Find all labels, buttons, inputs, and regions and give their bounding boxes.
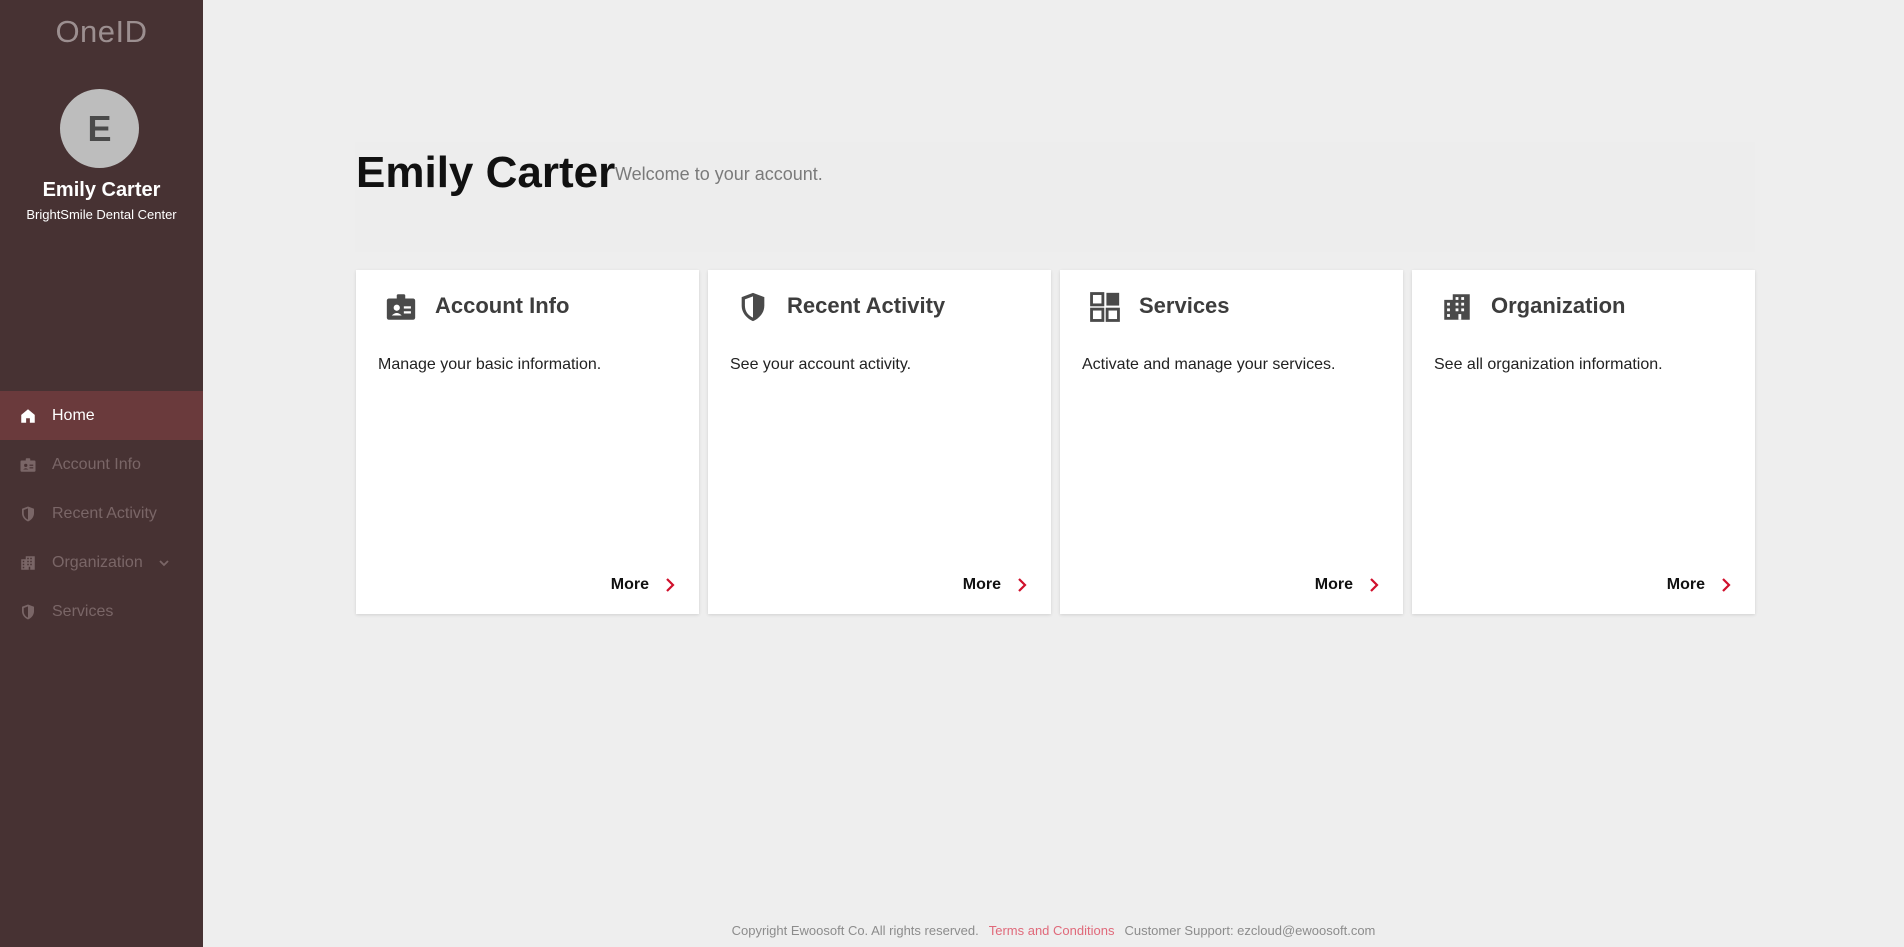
card-title: Organization [1491,293,1626,318]
user-name: Emily Carter [42,179,161,201]
page-title: Emily Carter [356,148,616,197]
card-description: See your account activity. [730,356,912,373]
chevron-right-icon [1719,576,1733,594]
sidebar-nav: Home Account Info Recent Activity Organi… [0,391,203,636]
footer: Copyright Ewoosoft Co. All rights reserv… [0,923,1904,938]
shield-icon [735,289,771,325]
badge-icon [383,289,419,325]
page-subtitle: Welcome to your account. [615,164,823,184]
sidebar: OneID E Emily Carter BrightSmile Dental … [0,0,203,947]
card-title: Services [1139,293,1230,318]
badge-icon [19,456,37,474]
card-description: See all organization information. [1434,356,1663,373]
grid-icon [1087,289,1123,325]
user-organization: BrightSmile Dental Center [26,207,177,222]
card-title: Account Info [435,293,570,318]
more-label: More [962,576,1001,593]
sidebar-item-recent-activity[interactable]: Recent Activity [0,489,203,538]
terms-link[interactable]: Terms and Conditions [989,923,1115,938]
more-label: More [1666,576,1705,593]
card-title: Recent Activity [787,293,946,318]
sidebar-item-label: Home [52,406,95,424]
more-link[interactable]: More [963,576,1029,594]
card-organization[interactable]: Organization See all organization inform… [1412,270,1755,614]
sidebar-item-label: Account Info [52,455,141,473]
card-description: Manage your basic information. [378,356,602,373]
more-link[interactable]: More [611,576,677,594]
more-link[interactable]: More [1667,576,1733,594]
copyright-text: Copyright Ewoosoft Co. All rights reserv… [731,923,979,938]
chevron-right-icon [1015,576,1029,594]
support-text: Customer Support: ezcloud@ewoosoft.com [1124,923,1376,938]
home-icon [19,407,37,425]
sidebar-item-label: Services [52,602,114,620]
card-account-info[interactable]: Account Info Manage your basic informati… [356,270,699,614]
sidebar-item-label: Organization [52,553,143,571]
card-description: Activate and manage your services. [1082,356,1336,373]
card-recent-activity[interactable]: Recent Activity See your account activit… [708,270,1051,614]
more-label: More [610,576,649,593]
sidebar-item-services[interactable]: Services [0,587,203,636]
sidebar-item-home[interactable]: Home [0,391,203,440]
chevron-down-icon[interactable] [157,556,171,570]
more-label: More [1314,576,1353,593]
shield-icon [19,603,37,621]
sidebar-item-label: Recent Activity [52,504,157,522]
card-services[interactable]: Services Activate and manage your servic… [1060,270,1403,614]
building-icon [19,554,37,572]
avatar[interactable]: E [60,89,139,168]
building-icon [1439,289,1475,325]
chevron-right-icon [663,576,677,594]
sidebar-item-organization[interactable]: Organization [0,538,203,587]
more-link[interactable]: More [1315,576,1381,594]
sidebar-item-account-info[interactable]: Account Info [0,440,203,489]
chevron-right-icon [1367,576,1381,594]
app-logo[interactable]: OneID [0,14,203,50]
shield-icon [19,505,37,523]
